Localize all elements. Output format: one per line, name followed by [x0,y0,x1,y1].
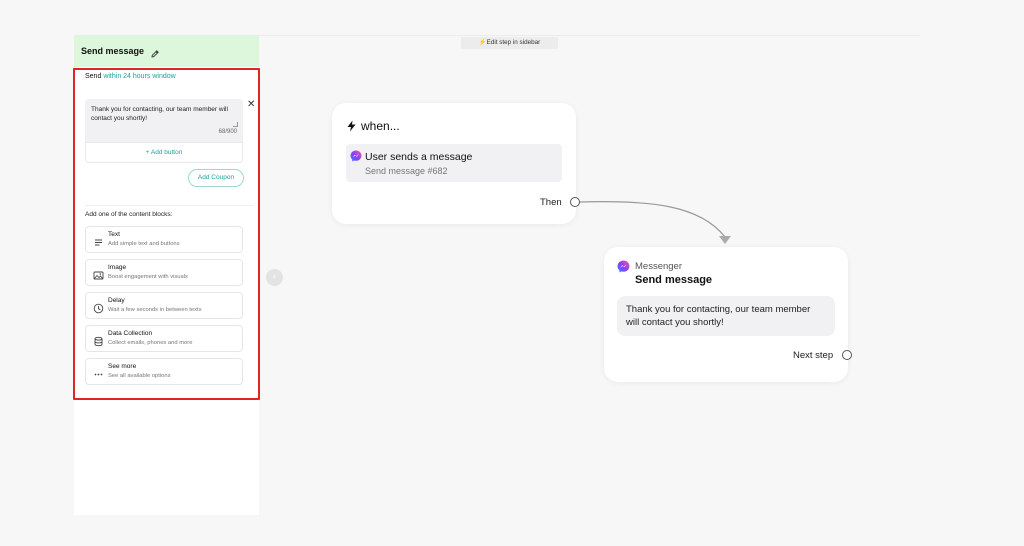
trigger-title: when... [346,119,400,133]
next-step-output-port[interactable] [842,350,852,360]
messenger-icon [617,260,630,273]
next-step-label: Next step [793,350,834,361]
lightning-icon [347,120,356,132]
messenger-icon [350,149,362,162]
trigger-event-title: User sends a message [365,151,473,163]
trigger-event-card[interactable]: User sends a message Send message #682 [346,144,562,182]
action-message-preview: Thank you for contacting, our team membe… [617,296,835,336]
then-output-port[interactable] [570,197,580,207]
trigger-title-text: when... [361,119,400,133]
action-title: Send message [635,274,713,286]
trigger-event-subtitle: Send message #682 [365,166,448,176]
flow-connector [579,201,731,244]
send-message-node[interactable]: Messenger Send message Thank you for con… [604,247,848,382]
then-label: Then [540,197,562,208]
action-channel: Messenger [635,261,682,272]
